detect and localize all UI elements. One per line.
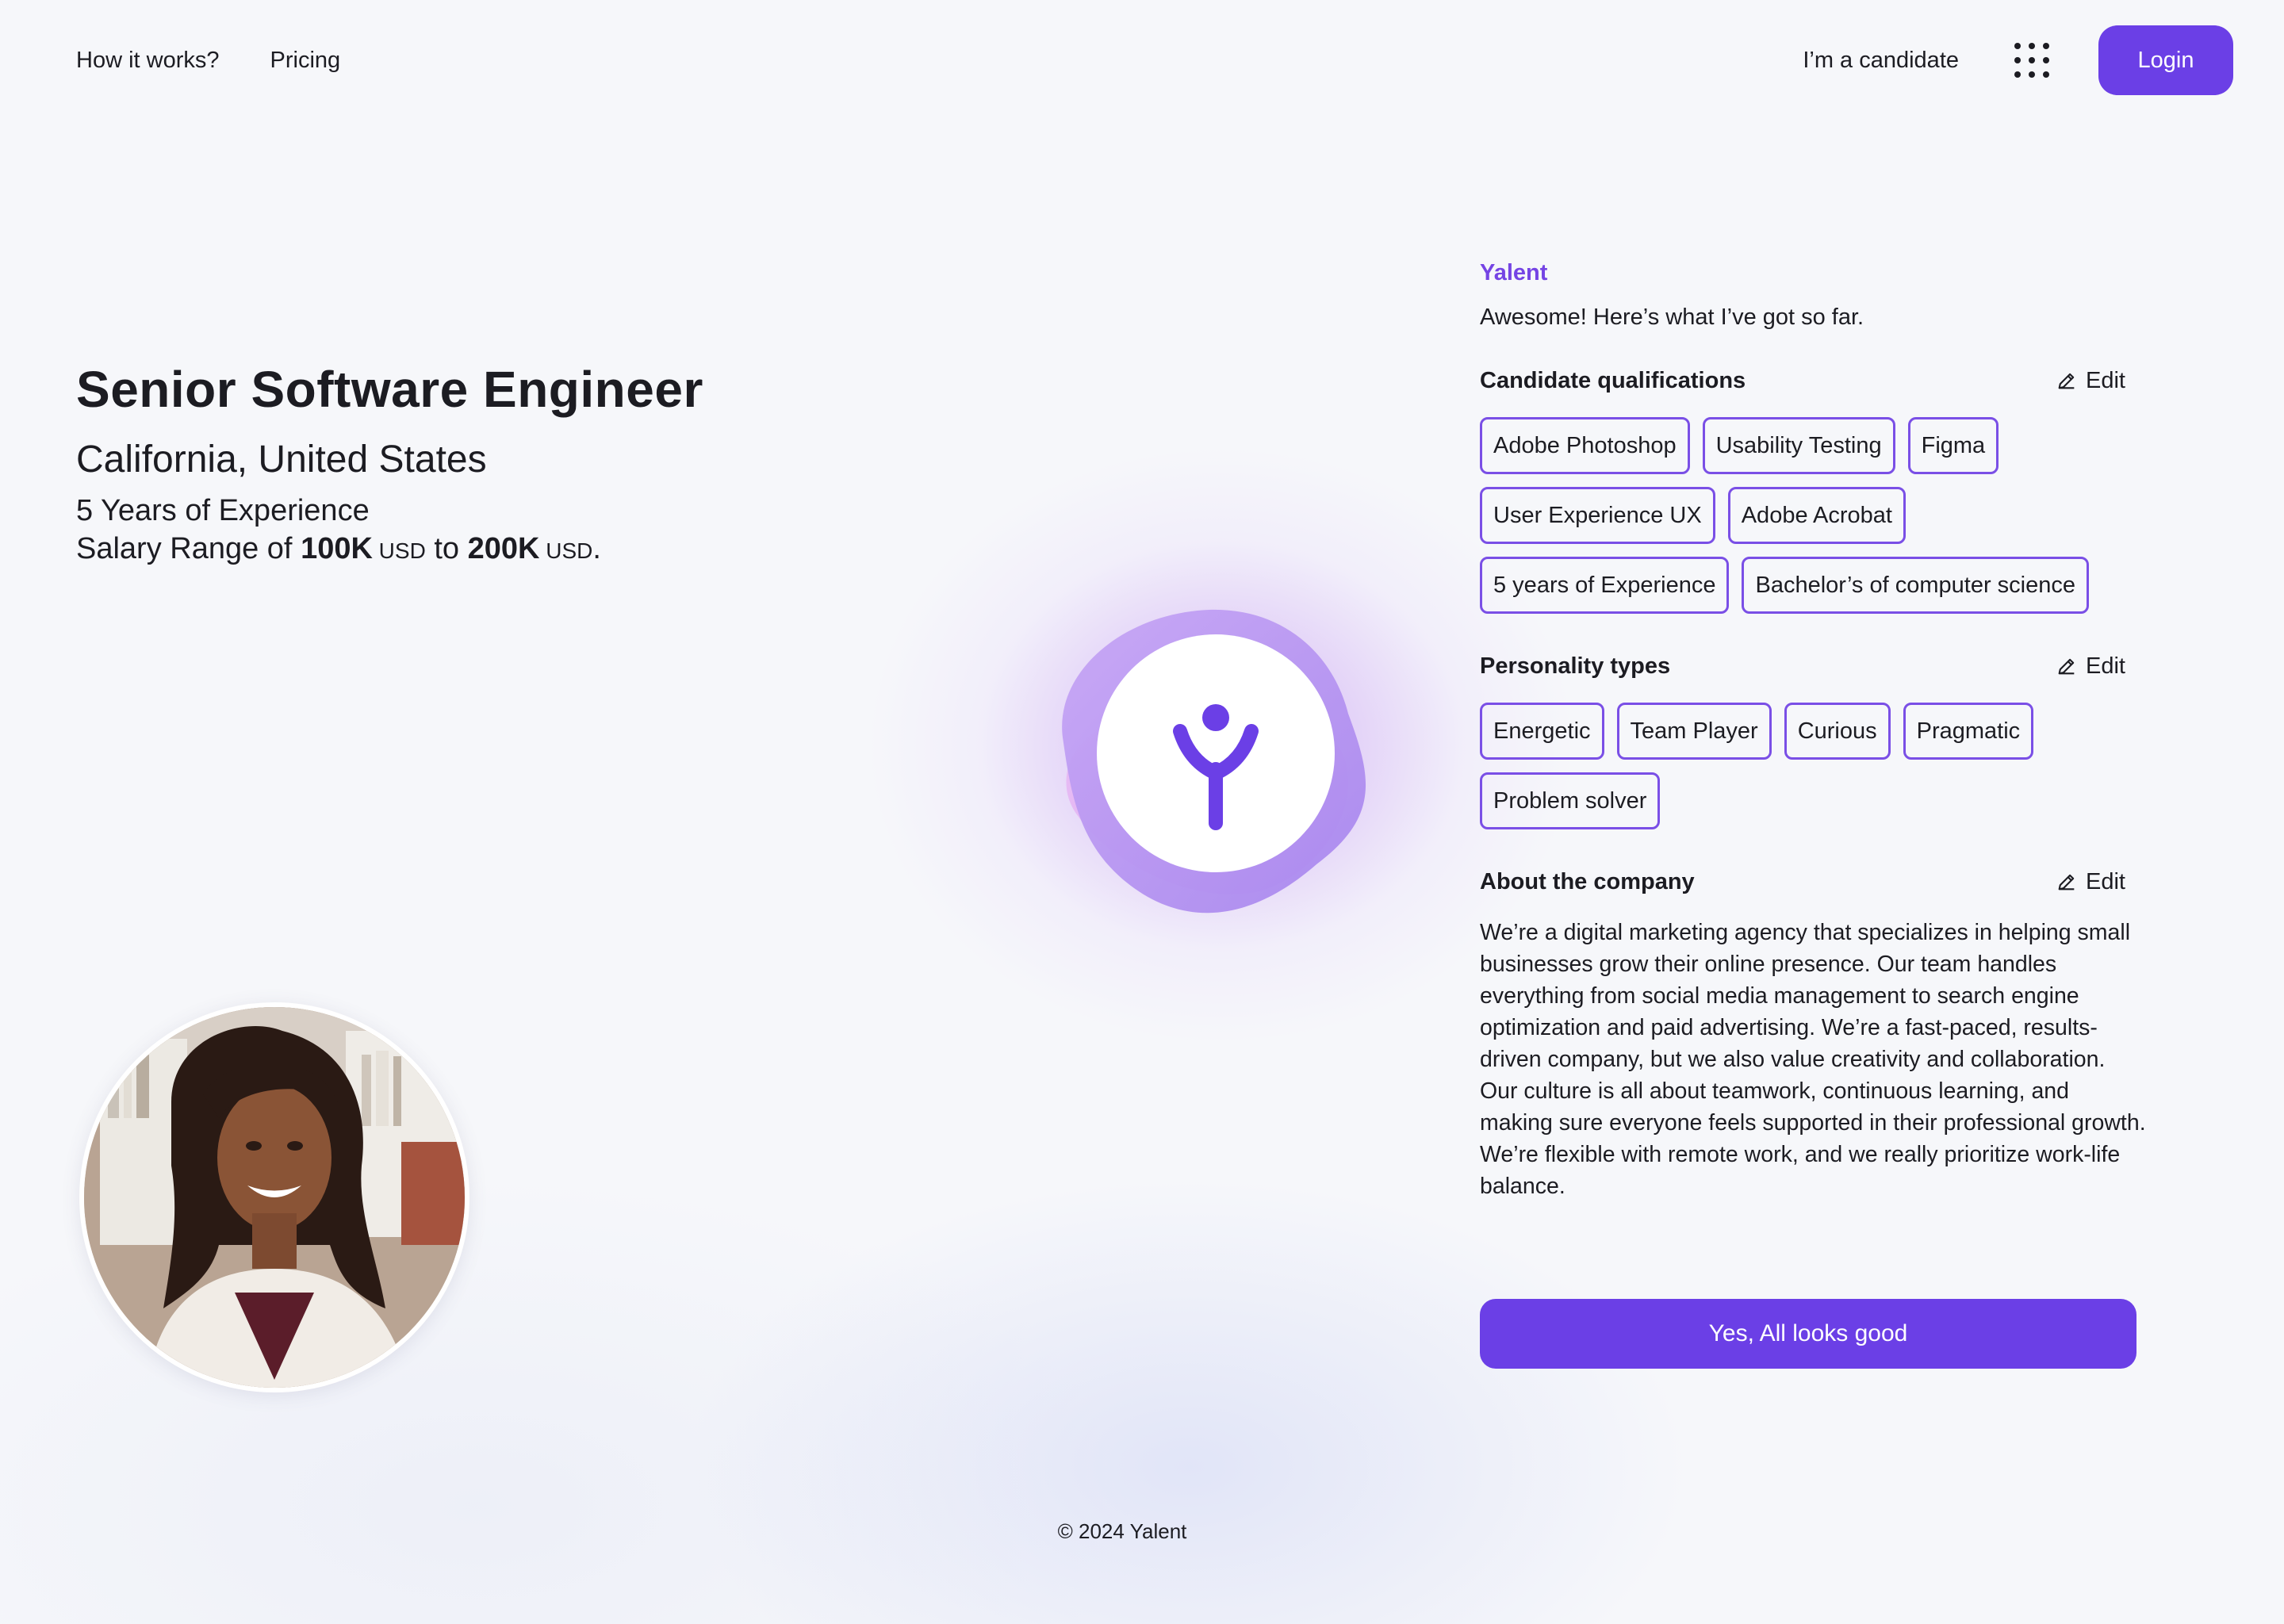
footer: © 2024 Yalent <box>0 1519 2284 1544</box>
personality-chips: Energetic Team Player Curious Pragmatic … <box>1480 703 2138 829</box>
login-button[interactable]: Login <box>2098 25 2233 95</box>
salary-mid: to <box>425 532 468 565</box>
edit-label: Edit <box>2086 367 2125 393</box>
avatar <box>79 1002 469 1392</box>
qualifications-section: Candidate qualifications Edit Adobe Phot… <box>1480 365 2138 614</box>
assistant-name: Yalent <box>1480 260 1548 285</box>
page: How it works? Pricing I’m a candidate Lo… <box>0 0 2284 1624</box>
chip-qualification[interactable]: User Experience UX <box>1480 487 1715 544</box>
copyright-text: © 2024 Yalent <box>1057 1519 1187 1543</box>
chip-qualification[interactable]: 5 years of Experience <box>1480 557 1730 614</box>
nav-pricing[interactable]: Pricing <box>270 44 341 76</box>
confirm-button[interactable]: Yes, All looks good <box>1480 1299 2136 1369</box>
pencil-icon <box>2058 373 2075 389</box>
job-summary: Senior Software Engineer California, Uni… <box>76 355 703 570</box>
chip-qualification[interactable]: Adobe Photoshop <box>1480 417 1690 474</box>
qualifications-title: Candidate qualifications <box>1480 367 1746 393</box>
pencil-icon <box>2058 874 2075 891</box>
edit-qualifications-button[interactable]: Edit <box>2056 368 2125 394</box>
edit-label: Edit <box>2086 868 2125 894</box>
summary-panel: Yalent Awesome! Here’s what I’ve got so … <box>1480 257 2146 1202</box>
salary-min-unit: USD <box>372 538 426 563</box>
edit-personality-button[interactable]: Edit <box>2056 653 2125 680</box>
yalent-orb-icon <box>1062 609 1366 914</box>
chip-personality[interactable]: Energetic <box>1480 703 1604 760</box>
chip-qualification[interactable]: Adobe Acrobat <box>1727 487 1906 544</box>
about-title: About the company <box>1480 868 1695 894</box>
chip-personality[interactable]: Problem solver <box>1480 772 1661 829</box>
avatar-photo <box>84 1007 465 1388</box>
about-section: About the company Edit We’re a digital m… <box>1480 866 2146 1202</box>
chip-personality[interactable]: Curious <box>1784 703 1891 760</box>
job-location: California, United States <box>76 439 487 481</box>
job-experience: 5 Years of Experience <box>76 494 370 527</box>
assistant-message: Awesome! Here’s what I’ve got so far. <box>1480 304 1864 330</box>
chip-qualification[interactable]: Figma <box>1907 417 1999 474</box>
salary-prefix: Salary Range of <box>76 532 301 565</box>
pencil-icon <box>2058 658 2075 675</box>
job-salary: Salary Range of 100K USD to 200K USD. <box>76 530 703 570</box>
chip-qualification[interactable]: Usability Testing <box>1702 417 1895 474</box>
salary-min: 100K <box>301 532 373 565</box>
edit-label: Edit <box>2086 653 2125 679</box>
qualifications-header: Candidate qualifications Edit <box>1480 365 2138 396</box>
top-nav: How it works? Pricing <box>76 44 340 76</box>
job-title: Senior Software Engineer <box>76 361 703 418</box>
chip-personality[interactable]: Team Player <box>1616 703 1772 760</box>
chip-qualification[interactable]: Bachelor’s of computer science <box>1742 557 2090 614</box>
personality-title: Personality types <box>1480 653 1671 679</box>
about-header: About the company Edit <box>1480 866 2138 898</box>
nav-how-it-works[interactable]: How it works? <box>76 44 220 76</box>
header-actions: I’m a candidate Login <box>1803 25 2233 95</box>
qualification-chips: Adobe Photoshop Usability Testing Figma … <box>1480 417 2138 614</box>
personality-header: Personality types Edit <box>1480 650 2138 682</box>
salary-max-unit: USD <box>539 538 593 563</box>
edit-about-button[interactable]: Edit <box>2056 869 2125 895</box>
about-text: We’re a digital marketing agency that sp… <box>1480 920 2146 1199</box>
salary-max: 200K <box>467 532 540 565</box>
chip-personality[interactable]: Pragmatic <box>1903 703 2034 760</box>
grid-dots-icon[interactable] <box>2014 43 2049 78</box>
salary-suffix: . <box>592 532 601 565</box>
candidate-link[interactable]: I’m a candidate <box>1803 25 1959 95</box>
personality-section: Personality types Edit Energetic Team Pl… <box>1480 650 2138 829</box>
